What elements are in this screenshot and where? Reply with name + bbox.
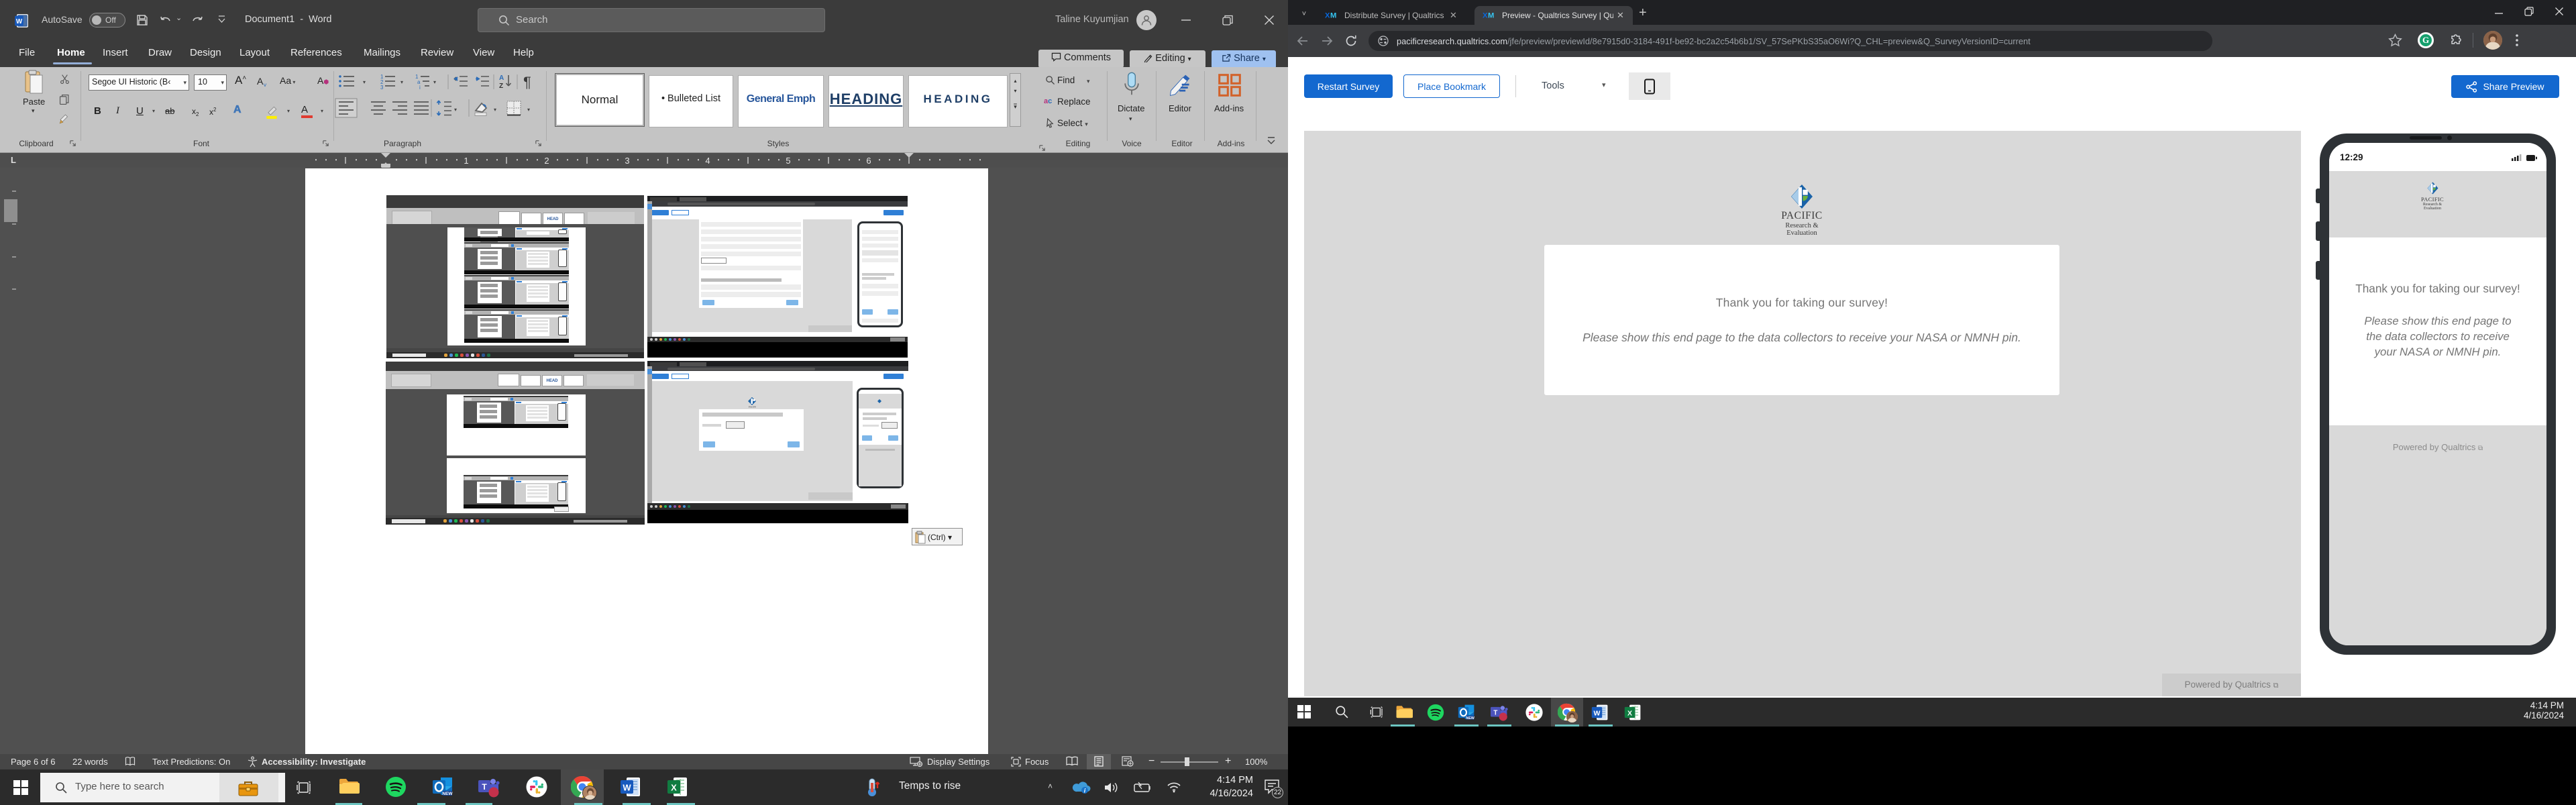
svg-text:6: 6 — [866, 156, 871, 166]
svg-text:▾: ▾ — [400, 79, 403, 85]
svg-text:3: 3 — [380, 85, 384, 91]
svg-text:▾: ▾ — [454, 107, 457, 113]
svg-text:1: 1 — [464, 156, 468, 166]
svg-text:Z: Z — [499, 83, 503, 90]
svg-text:PACIFIC: PACIFIC — [749, 406, 756, 409]
svg-text:i: i — [419, 85, 421, 91]
svg-text:▾: ▾ — [363, 79, 366, 85]
svg-text:5: 5 — [786, 156, 790, 166]
svg-text:W: W — [16, 18, 23, 25]
svg-text:A: A — [499, 74, 504, 82]
svg-text:▾: ▾ — [494, 107, 496, 113]
svg-text:▾: ▾ — [433, 79, 436, 85]
svg-text:3: 3 — [625, 156, 629, 166]
svg-text:4: 4 — [705, 156, 710, 166]
svg-text:¶: ¶ — [523, 74, 531, 91]
svg-text:▾: ▾ — [527, 107, 530, 113]
svg-text:2: 2 — [544, 156, 549, 166]
